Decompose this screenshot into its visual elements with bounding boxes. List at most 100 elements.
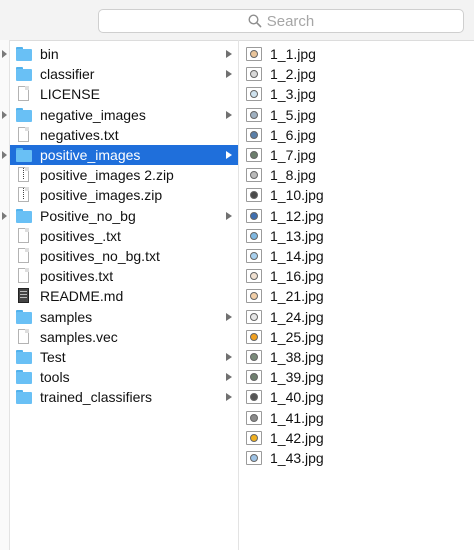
zip-file-icon [15, 167, 33, 183]
list-item-label: 1_39.jpg [270, 369, 324, 386]
finder-toolbar: Search [0, 0, 474, 41]
folder-body [16, 210, 32, 223]
list-item[interactable]: 1_43.jpg [239, 448, 474, 468]
search-field-content: Search [99, 10, 463, 32]
parent-column[interactable] [0, 40, 10, 550]
document-icon [15, 86, 33, 102]
list-item[interactable]: positive_images 2.zip [10, 165, 238, 185]
selected-folder-contents-column[interactable]: 1_1.jpg 1_2.jpg 1_3.jpg 1_5.jpg 1_6.jpg 1_7.j… [239, 40, 474, 550]
image-thumbnail-icon [245, 147, 263, 163]
image-thumbnail-icon [245, 248, 263, 264]
folder-body [16, 392, 32, 405]
list-item[interactable]: 1_42.jpg [239, 428, 474, 448]
list-item-label: positive_images 2.zip [40, 167, 174, 184]
list-item[interactable]: 1_40.jpg [239, 387, 474, 407]
list-item[interactable]: 1_14.jpg [239, 246, 474, 266]
list-item[interactable]: 1_16.jpg [239, 266, 474, 286]
list-item[interactable]: 1_6.jpg [239, 125, 474, 145]
chevron-right-icon [226, 70, 232, 79]
list-item-label: 1_24.jpg [270, 308, 324, 325]
list-item[interactable]: negatives.txt [10, 125, 238, 145]
list-item[interactable]: positive_images.zip [10, 185, 238, 205]
image-thumbnail-icon [245, 46, 263, 62]
list-item[interactable]: 1_24.jpg [239, 307, 474, 327]
list-item[interactable]: positives_no_bg.txt [10, 246, 238, 266]
list-item[interactable]: 1_38.jpg [239, 347, 474, 367]
image-thumbnail-icon [245, 288, 263, 304]
list-item[interactable]: 1_1.jpg [239, 44, 474, 64]
image-thumbnail-icon [245, 329, 263, 345]
image-thumbnail-icon [245, 389, 263, 405]
image-thumbnail-icon [245, 349, 263, 365]
list-item[interactable]: 1_2.jpg [239, 64, 474, 84]
list-item[interactable]: Positive_no_bg [10, 206, 238, 226]
chevron-right-icon [226, 110, 232, 119]
image-face [250, 50, 258, 58]
folder-contents-column[interactable]: bin classifier LICENSE negative_images negat… [10, 40, 239, 550]
list-item-label: positive_images [40, 147, 141, 163]
chevron-right-icon [226, 50, 232, 58]
list-item[interactable]: 1_8.jpg [239, 165, 474, 185]
list-item[interactable]: positive_images [10, 145, 238, 165]
list-item-label: positives_.txt [40, 227, 121, 244]
zip-zipper [23, 168, 24, 181]
folder-icon [15, 208, 33, 224]
folder-body [16, 69, 32, 82]
image-face [250, 413, 258, 422]
list-item-label: LICENSE [40, 86, 100, 103]
list-item[interactable]: 1_13.jpg [239, 226, 474, 246]
document-fold [25, 328, 29, 333]
list-item-label: 1_41.jpg [270, 409, 324, 426]
list-item[interactable]: 1_21.jpg [239, 286, 474, 306]
image-face [250, 130, 258, 139]
list-item[interactable]: LICENSE [10, 84, 238, 104]
list-item[interactable]: 1_41.jpg [239, 408, 474, 428]
folder-body [16, 49, 32, 61]
markdown-lines [20, 291, 27, 301]
list-item[interactable]: README.md [10, 286, 238, 306]
list-item[interactable]: 1_10.jpg [239, 185, 474, 205]
chevron-right-icon [226, 211, 232, 220]
list-item-label: 1_10.jpg [270, 187, 324, 204]
list-item[interactable]: samples [10, 307, 238, 327]
list-item[interactable]: 1_39.jpg [239, 367, 474, 387]
list-item[interactable]: 1_12.jpg [239, 206, 474, 226]
image-thumbnail-icon [245, 228, 263, 244]
list-item-label: trained_classifiers [40, 389, 153, 406]
list-item[interactable]: negative_images [10, 105, 238, 125]
document-icon [15, 126, 33, 143]
document-icon [15, 227, 33, 244]
list-item-label: bin [40, 46, 59, 62]
list-item-label: 1_3.jpg [270, 86, 316, 103]
list-item[interactable]: 1_5.jpg [239, 105, 474, 125]
image-thumbnail-icon [245, 430, 263, 446]
list-item[interactable]: positives_.txt [10, 226, 238, 246]
folder-icon [15, 369, 33, 385]
list-item[interactable]: 1_7.jpg [239, 145, 474, 165]
list-item-label: 1_40.jpg [270, 389, 324, 406]
list-item-label: 1_16.jpg [270, 268, 324, 285]
chevron-right-icon [226, 393, 232, 402]
list-item[interactable]: bin [10, 44, 238, 64]
list-item[interactable]: classifier [10, 64, 238, 84]
list-item[interactable]: tools [10, 367, 238, 387]
document-icon [15, 248, 33, 264]
list-item-label: samples.vec [40, 328, 118, 345]
zip-zipper [23, 188, 24, 201]
image-thumbnail-icon [245, 410, 263, 426]
chevron-right-icon [226, 312, 232, 321]
list-item[interactable]: samples.vec [10, 327, 238, 347]
list-item[interactable]: 1_3.jpg [239, 84, 474, 104]
search-field[interactable]: Search [98, 9, 464, 33]
image-thumbnail-icon [245, 127, 263, 143]
list-item[interactable]: Test [10, 347, 238, 367]
list-item[interactable]: 1_25.jpg [239, 327, 474, 347]
chevron-right-icon [2, 211, 7, 220]
list-item[interactable]: trained_classifiers [10, 387, 238, 407]
document-icon [15, 268, 33, 284]
image-thumbnail-icon [245, 208, 263, 224]
image-face [250, 353, 258, 361]
list-item-label: 1_12.jpg [270, 207, 324, 224]
chevron-right-icon [226, 353, 232, 361]
list-item[interactable]: positives.txt [10, 266, 238, 286]
